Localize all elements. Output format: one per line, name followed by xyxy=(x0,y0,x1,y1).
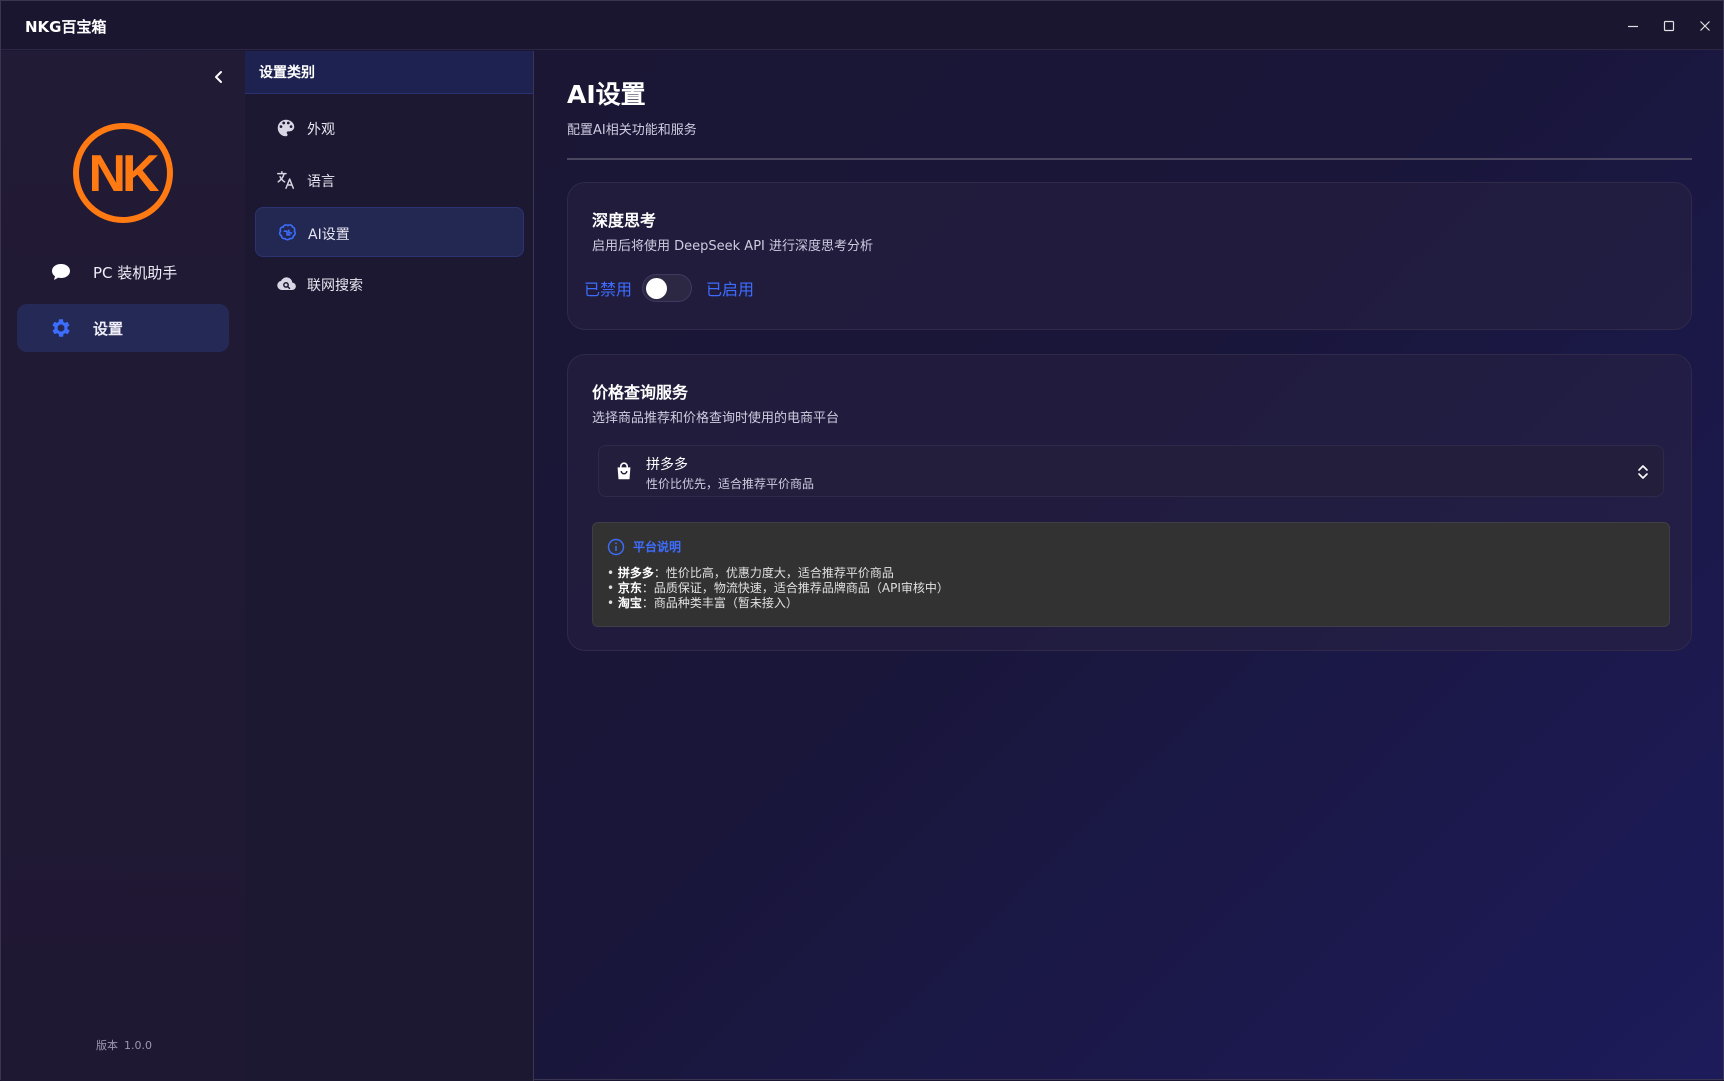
toggle-knob xyxy=(646,278,668,299)
settings-category-panel: 设置类别 外观 语言 AI设置 联网搜索 xyxy=(245,51,534,1081)
maximize-button[interactable] xyxy=(1651,1,1687,50)
chevron-up-down-icon xyxy=(1638,465,1648,479)
version-value: 1.0.0 xyxy=(124,1039,152,1052)
close-button[interactable] xyxy=(1687,1,1723,50)
category-header: 设置类别 xyxy=(245,51,533,94)
platform-info-box: 平台说明 • 拼多多：性价比高，优惠力度大，适合推荐平价商品 • 京东：品质保证… xyxy=(592,522,1670,627)
shopping-bag-icon xyxy=(617,462,631,480)
platform-name: 淘宝 xyxy=(617,596,642,610)
nav-item-pc-assistant[interactable]: PC 装机助手 xyxy=(17,248,229,296)
platform-text: ：性价比高，优惠力度大，适合推荐平价商品 xyxy=(653,566,894,580)
platform-text: ：商品种类丰富（暂未接入） xyxy=(641,596,798,610)
window-controls xyxy=(1615,1,1723,50)
platform-name: 京东 xyxy=(617,581,642,595)
version-label: 版本 xyxy=(96,1039,118,1052)
price-service-card: 价格查询服务 选择商品推荐和价格查询时使用的电商平台 拼多多 性价比优先，适合推… xyxy=(567,354,1692,651)
page-subtitle: 配置AI相关功能和服务 xyxy=(567,123,697,138)
chat-bubble-icon xyxy=(52,264,70,280)
category-label: AI设置 xyxy=(308,227,350,243)
palette-icon xyxy=(277,119,295,137)
info-title: 平台说明 xyxy=(633,540,682,554)
category-ai-settings[interactable]: AI设置 xyxy=(255,207,524,257)
card-title: 价格查询服务 xyxy=(592,383,689,402)
platform-list: • 拼多多：性价比高，优惠力度大，适合推荐平价商品 • 京东：品质保证，物流快速… xyxy=(607,566,949,611)
minimize-icon xyxy=(1628,25,1638,27)
page-title: AI设置 xyxy=(567,80,646,109)
app-window: NKG百宝箱 NK PC 装机助手 设置 版本 1.0.0 设置类别 外观 语言… xyxy=(0,0,1724,1081)
collapse-sidebar-button[interactable] xyxy=(207,65,231,89)
category-label: 语言 xyxy=(307,174,335,190)
nav-item-label: PC 装机助手 xyxy=(93,264,178,282)
nav-item-settings[interactable]: 设置 xyxy=(17,304,229,352)
platform-name: 拼多多 xyxy=(617,566,654,580)
category-language[interactable]: 语言 xyxy=(255,155,524,205)
minimize-button[interactable] xyxy=(1615,1,1651,50)
selected-option-desc: 性价比优先，适合推荐平价商品 xyxy=(646,477,815,491)
app-title: NKG百宝箱 xyxy=(25,18,107,36)
info-icon xyxy=(607,538,625,556)
main-content: AI设置 配置AI相关功能和服务 深度思考 启用后将使用 DeepSeek AP… xyxy=(567,51,1692,1071)
category-label: 外观 xyxy=(307,122,335,138)
divider xyxy=(567,158,1692,160)
selected-option-title: 拼多多 xyxy=(646,457,688,473)
deep-think-card: 深度思考 启用后将使用 DeepSeek API 进行深度思考分析 已禁用 已启… xyxy=(567,182,1692,330)
deep-think-toggle[interactable] xyxy=(642,274,693,302)
sidebar: NK PC 装机助手 设置 版本 1.0.0 xyxy=(1,51,245,1081)
category-label: 联网搜索 xyxy=(307,278,363,294)
chevron-left-icon xyxy=(215,71,222,83)
title-bar: NKG百宝箱 xyxy=(1,1,1723,50)
translate-icon xyxy=(277,171,295,189)
category-web-search[interactable]: 联网搜索 xyxy=(255,259,524,309)
version-info: 版本 1.0.0 xyxy=(96,1037,158,1053)
brain-icon xyxy=(278,224,296,241)
card-description: 启用后将使用 DeepSeek API 进行深度思考分析 xyxy=(592,239,873,254)
maximize-icon xyxy=(1663,20,1675,31)
platform-text: ：品质保证，物流快速，适合推荐品牌商品（API审核中） xyxy=(641,581,949,595)
cloud-search-icon xyxy=(277,277,296,290)
list-item: • 京东：品质保证，物流快速，适合推荐品牌商品（API审核中） xyxy=(607,581,949,595)
list-item: • 拼多多：性价比高，优惠力度大，适合推荐平价商品 xyxy=(607,566,894,580)
gear-icon xyxy=(52,319,70,337)
close-icon xyxy=(1700,20,1710,31)
nav-item-label: 设置 xyxy=(93,320,124,338)
card-description: 选择商品推荐和价格查询时使用的电商平台 xyxy=(592,411,840,426)
svg-text:NK: NK xyxy=(88,145,160,203)
category-appearance[interactable]: 外观 xyxy=(255,103,524,153)
platform-select[interactable]: 拼多多 性价比优先，适合推荐平价商品 xyxy=(598,445,1664,497)
nk-logo: NK xyxy=(73,123,173,223)
toggle-off-label: 已禁用 xyxy=(584,280,633,299)
toggle-on-label: 已启用 xyxy=(706,280,755,299)
card-title: 深度思考 xyxy=(592,211,657,230)
list-item: • 淘宝：商品种类丰富（暂未接入） xyxy=(607,596,798,610)
deep-think-toggle-row: 已禁用 已启用 xyxy=(584,273,754,303)
